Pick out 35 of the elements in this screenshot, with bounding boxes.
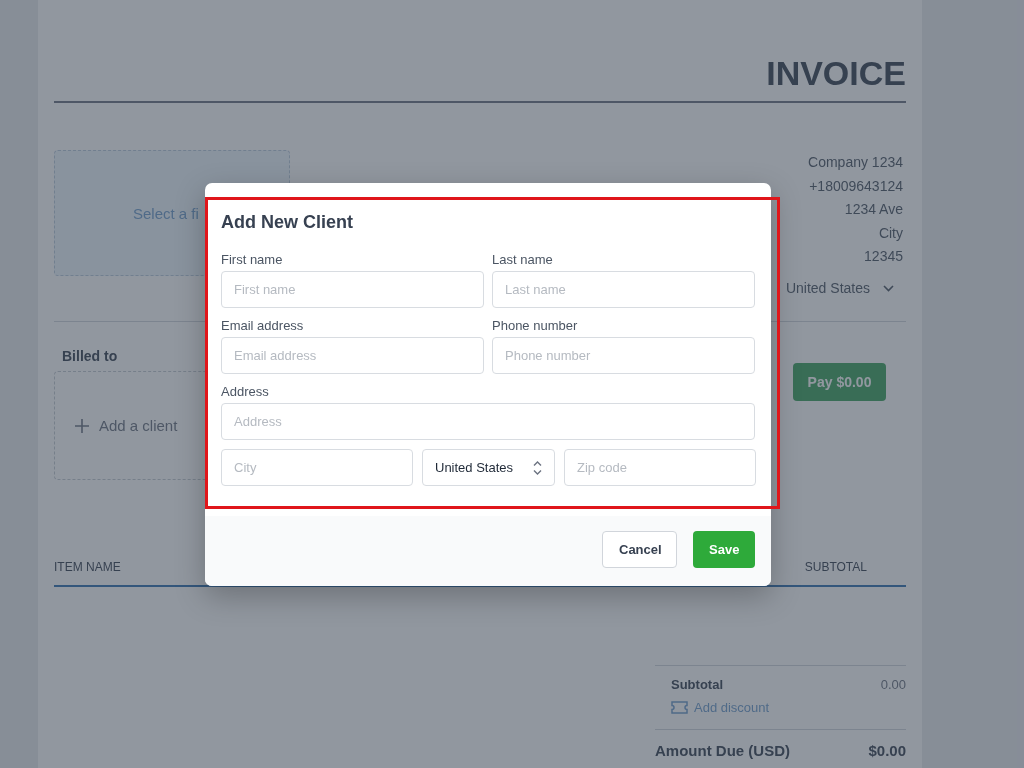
company-detail: Company 1234 [808, 153, 904, 172]
field-label: Last name [492, 252, 554, 268]
save-button[interactable]: Save [693, 531, 755, 568]
input-field[interactable]: First name [221, 271, 484, 308]
company-detail: 12345 [864, 247, 904, 266]
pay-button[interactable]: Pay $0.00 [793, 363, 886, 401]
input-field[interactable]: Zip code [564, 449, 756, 486]
ticket-icon [671, 701, 688, 714]
add-client-text: Add a client [99, 417, 178, 434]
field-label: Email address [221, 318, 305, 334]
column-header: ITEM NAME [54, 560, 121, 574]
add-discount-link[interactable]: Add discount [655, 692, 906, 729]
logo-upload-text: Select a fi [133, 204, 199, 222]
input-field[interactable]: Email address [221, 337, 484, 374]
cancel-button[interactable]: Cancel [602, 531, 677, 568]
field-label: First name [221, 252, 284, 268]
company-country[interactable]: United States [785, 276, 873, 300]
up-down-chevron-icon [533, 459, 542, 476]
input-field[interactable]: Phone number [492, 337, 755, 374]
amount-due-label: Amount Due (USD) [655, 742, 790, 759]
company-detail: +18009643124 [809, 176, 904, 196]
input-field[interactable]: City [221, 449, 413, 486]
subtotal-label: Subtotal [671, 677, 723, 692]
column-header: SUBTOTAL [804, 560, 868, 574]
plus-icon [75, 418, 89, 433]
input-field[interactable]: Address [221, 403, 755, 440]
company-detail: 1234 Ave [844, 200, 904, 219]
invoice-title: INVOICE [766, 54, 906, 92]
input-field[interactable]: Last name [492, 271, 755, 308]
subtotal-value: 0.00 [880, 677, 906, 692]
amount-due-value: $0.00 [868, 742, 906, 759]
chevron-down-icon [883, 284, 894, 292]
company-detail: City [878, 223, 904, 243]
country-select[interactable]: United States [422, 449, 555, 486]
field-label: Phone number [492, 318, 579, 334]
